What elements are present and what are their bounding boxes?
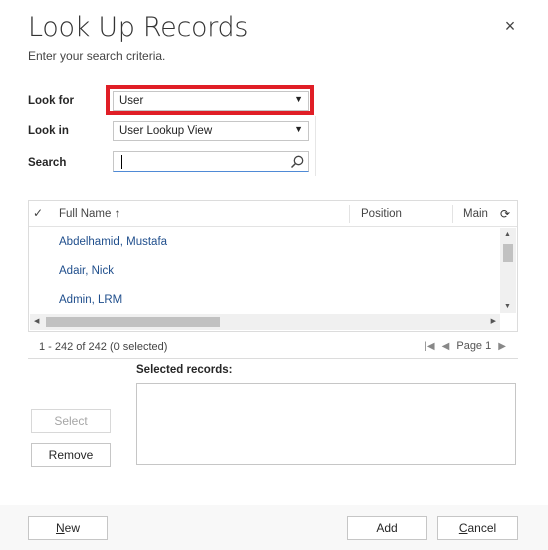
- look-for-label: Look for: [28, 95, 74, 107]
- previous-page-icon[interactable]: ◀: [442, 341, 450, 352]
- look-in-label: Look in: [28, 125, 69, 137]
- column-header-full-name[interactable]: Full Name ↑: [59, 208, 120, 220]
- table-row[interactable]: Adair, Nick: [59, 265, 114, 277]
- records-grid: ✓ Full Name ↑ Position Main ⟳ Abdelhamid…: [28, 200, 518, 332]
- page-subtitle: Enter your search criteria.: [28, 49, 166, 63]
- dropdown-arrow-icon: ▼: [294, 124, 303, 134]
- record-count: 1 - 242 of 242 (0 selected): [39, 341, 168, 353]
- column-separator: [452, 205, 453, 223]
- scroll-thumb[interactable]: [503, 244, 513, 262]
- divider: [315, 116, 316, 176]
- new-button-label: ew: [64, 521, 80, 535]
- scroll-up-icon[interactable]: ▲: [504, 231, 511, 238]
- pager: |◀ ◀ Page 1 ▶: [420, 340, 506, 352]
- dialog-footer: New Add Cancel: [0, 505, 548, 550]
- search-input[interactable]: [113, 151, 309, 172]
- next-page-icon[interactable]: ▶: [498, 341, 506, 352]
- grid-status-bar: 1 - 242 of 242 (0 selected) |◀ ◀ Page 1 …: [28, 335, 518, 359]
- refresh-icon[interactable]: ⟳: [500, 207, 514, 221]
- look-in-value: User Lookup View: [119, 125, 213, 137]
- first-page-icon[interactable]: |◀: [424, 341, 434, 352]
- add-button[interactable]: Add: [347, 516, 427, 540]
- table-row[interactable]: Admin, LRM: [59, 294, 122, 306]
- scroll-down-icon[interactable]: ▼: [504, 303, 511, 310]
- dropdown-arrow-icon: ▼: [294, 94, 303, 104]
- text-cursor: [121, 155, 122, 169]
- look-for-value: User: [119, 95, 144, 107]
- column-header-position[interactable]: Position: [361, 208, 402, 220]
- look-for-select[interactable]: User ▼: [113, 91, 309, 111]
- search-icon[interactable]: [289, 154, 305, 170]
- selected-records-label: Selected records:: [136, 364, 233, 376]
- grid-header: ✓ Full Name ↑ Position Main ⟳: [29, 201, 517, 227]
- new-button-accesskey: N: [55, 521, 65, 535]
- page-label: Page 1: [456, 340, 492, 352]
- selected-records-list[interactable]: [136, 383, 516, 465]
- horizontal-scrollbar[interactable]: ◀ ▶: [30, 314, 500, 330]
- table-row[interactable]: Abdelhamid, Mustafa: [59, 236, 167, 248]
- vertical-scrollbar[interactable]: ▲ ▼: [500, 228, 516, 313]
- select-button[interactable]: Select: [31, 409, 111, 433]
- cancel-button[interactable]: Cancel: [437, 516, 518, 540]
- remove-button[interactable]: Remove: [31, 443, 111, 467]
- column-header-main[interactable]: Main: [463, 208, 488, 220]
- search-label: Search: [28, 157, 67, 169]
- scroll-thumb[interactable]: [46, 317, 220, 327]
- select-all-checkmark-icon[interactable]: ✓: [33, 206, 47, 220]
- close-icon[interactable]: ×: [502, 17, 518, 35]
- scroll-left-icon[interactable]: ◀: [34, 317, 39, 325]
- cancel-button-label: ancel: [467, 521, 497, 535]
- page-title: Look Up Records: [28, 12, 249, 43]
- new-button[interactable]: New: [28, 516, 108, 540]
- column-separator: [349, 205, 350, 223]
- look-in-select[interactable]: User Lookup View ▼: [113, 121, 309, 141]
- scroll-right-icon[interactable]: ▶: [491, 317, 496, 325]
